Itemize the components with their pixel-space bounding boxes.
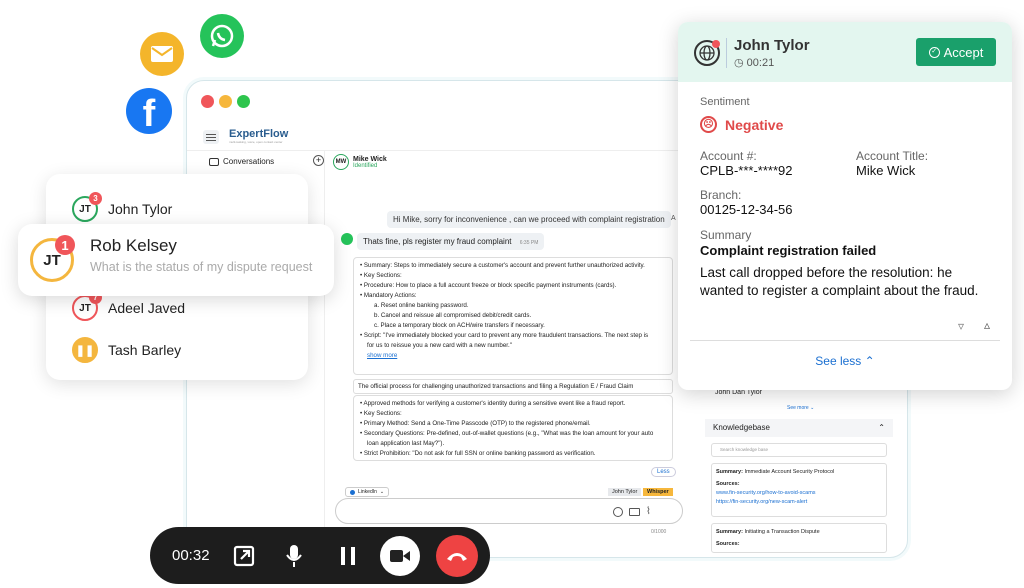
kb-result-1[interactable]: Summary: Immediate Account Security Prot… [711,463,887,517]
branch-label: Branch: [700,188,742,202]
account-no-value: CPLB-***-****92 [700,163,793,178]
thumbs-down-icon[interactable]: ▿ [958,319,964,333]
chevron-up-icon: ⌃ [878,423,885,432]
unread-badge: 1 [55,235,75,255]
whatsapp-channel-icon [200,14,244,58]
transfer-button[interactable] [226,538,262,574]
ai-suggestion-card-1: Summary: Steps to immediately secure a c… [353,257,673,375]
kb-search-input[interactable]: Search knowledge base [711,443,887,457]
call-duration: 00:32 [172,547,210,564]
tab-whisper[interactable]: Whisper [643,488,673,496]
pause-button[interactable] [330,538,366,574]
sidebar-title: Conversations [209,157,274,166]
tab-agent[interactable]: John Tylor [608,488,642,496]
emoji-icon[interactable] [613,507,623,517]
summary-label: Summary [700,228,752,242]
kb-result-2[interactable]: Summary: Initiating a Transaction Disput… [711,523,887,553]
chat-bubble-icon [209,157,219,166]
minimize-dot[interactable] [219,95,232,108]
app-logo: ExpertFlow multi-tasking, voice, open co… [229,128,289,144]
agent-message-suffix: A [671,215,676,222]
chevron-down-icon: ⌄ [379,489,385,495]
accept-button[interactable]: ✓ Accept [916,38,996,66]
avatar: JT 1 [30,235,75,282]
summary-title: Complaint registration failed [700,243,877,258]
hang-up-button[interactable] [436,535,478,577]
chat-panel: MW Mike Wick Identified Hi Mike, sorry f… [325,151,683,551]
branch-value: 00125-12-34-56 [700,202,793,217]
attachment-icon[interactable]: ⌇ [646,506,651,517]
kb-link-2[interactable]: https://fin-security.org/new-scam-alert [716,498,882,507]
video-button[interactable] [380,536,420,576]
add-conversation-icon[interactable]: + [313,155,324,166]
kb-link-1[interactable]: www.fin-security.org/how-to-avoid-scams [716,489,882,498]
summary-text: Last call dropped before the resolution:… [700,265,979,298]
list-item[interactable]: ❚❚ Tash Barley [72,335,181,365]
agent-message: Hi Mike, sorry for inconvenience , can w… [387,211,671,228]
incoming-request-popup: John Tylor ◷ 00:21 ✓ Accept Sentiment ☹ … [678,22,1012,390]
menu-icon[interactable] [203,130,219,144]
channel-select[interactable]: LinkedIn ⌄ [345,487,390,497]
video-small-icon[interactable] [629,508,640,516]
show-more-link[interactable]: show more [360,351,666,361]
customer-header: MW Mike Wick Identified [333,154,387,170]
microphone-button[interactable] [276,538,312,574]
list-item[interactable]: JT 3 John Tylor [72,192,172,224]
see-less-button[interactable]: See less ⌃ [678,354,1012,368]
account-title-value: Mike Wick [856,163,916,178]
close-dot[interactable] [201,95,214,108]
avatar: JT 3 [72,192,102,222]
account-title-label: Account Title: [856,149,929,163]
call-control-bar: 00:32 [150,527,490,584]
check-circle-icon: ✓ [928,46,940,58]
customer-message: Thats fine, pls register my fraud compla… [357,233,545,250]
customer-status: Identified [353,162,378,169]
call-timer: ◷ 00:21 [734,57,775,69]
maximize-dot[interactable] [237,95,250,108]
sentiment-label: Sentiment [700,96,750,108]
caller-name: John Tylor [734,37,810,54]
active-conversation-item[interactable]: JT 1 Rob Kelsey What is the status of my… [18,224,334,296]
knowledgebase-header[interactable]: Knowledgebase ⌃ [705,419,893,437]
globe-icon [694,40,720,66]
sentiment-value: ☹ Negative [700,116,783,133]
email-channel-icon [140,32,184,76]
avatar: MW [333,154,349,170]
ai-suggestion-card-2: Approved methods for verifying a custome… [353,395,673,461]
right-panel: John Dan Tylor See more ⌄ Knowledgebase ⌃… [697,381,897,553]
sad-face-icon: ☹ [700,116,717,133]
message-preview: What is the status of my dispute request [90,260,313,274]
contact-name: Rob Kelsey [90,236,177,255]
pause-status-icon: ❚❚ [72,337,98,363]
list-item[interactable]: JT 7 Adeel Javed [72,291,185,323]
char-counter: 0/1000 [651,529,667,535]
whatsapp-small-icon [341,233,353,245]
agent-name: John Dan Tylor [715,389,762,396]
less-button[interactable]: Less [651,467,676,477]
account-no-label: Account #: [700,149,757,163]
process-line: The official process for challenging una… [353,379,673,394]
see-more-link[interactable]: See more ⌄ [787,405,814,411]
chevron-up-icon: ⌃ [864,354,875,368]
popup-header: John Tylor ◷ 00:21 ✓ Accept [678,22,1012,82]
avatar: JT 7 [72,291,102,321]
customer-name: Mike Wick [353,155,387,163]
facebook-channel-icon: f [126,88,172,134]
unread-badge: 3 [89,192,102,205]
thumbs-up-icon[interactable]: ▵ [984,318,990,332]
linkedin-icon [350,489,355,495]
